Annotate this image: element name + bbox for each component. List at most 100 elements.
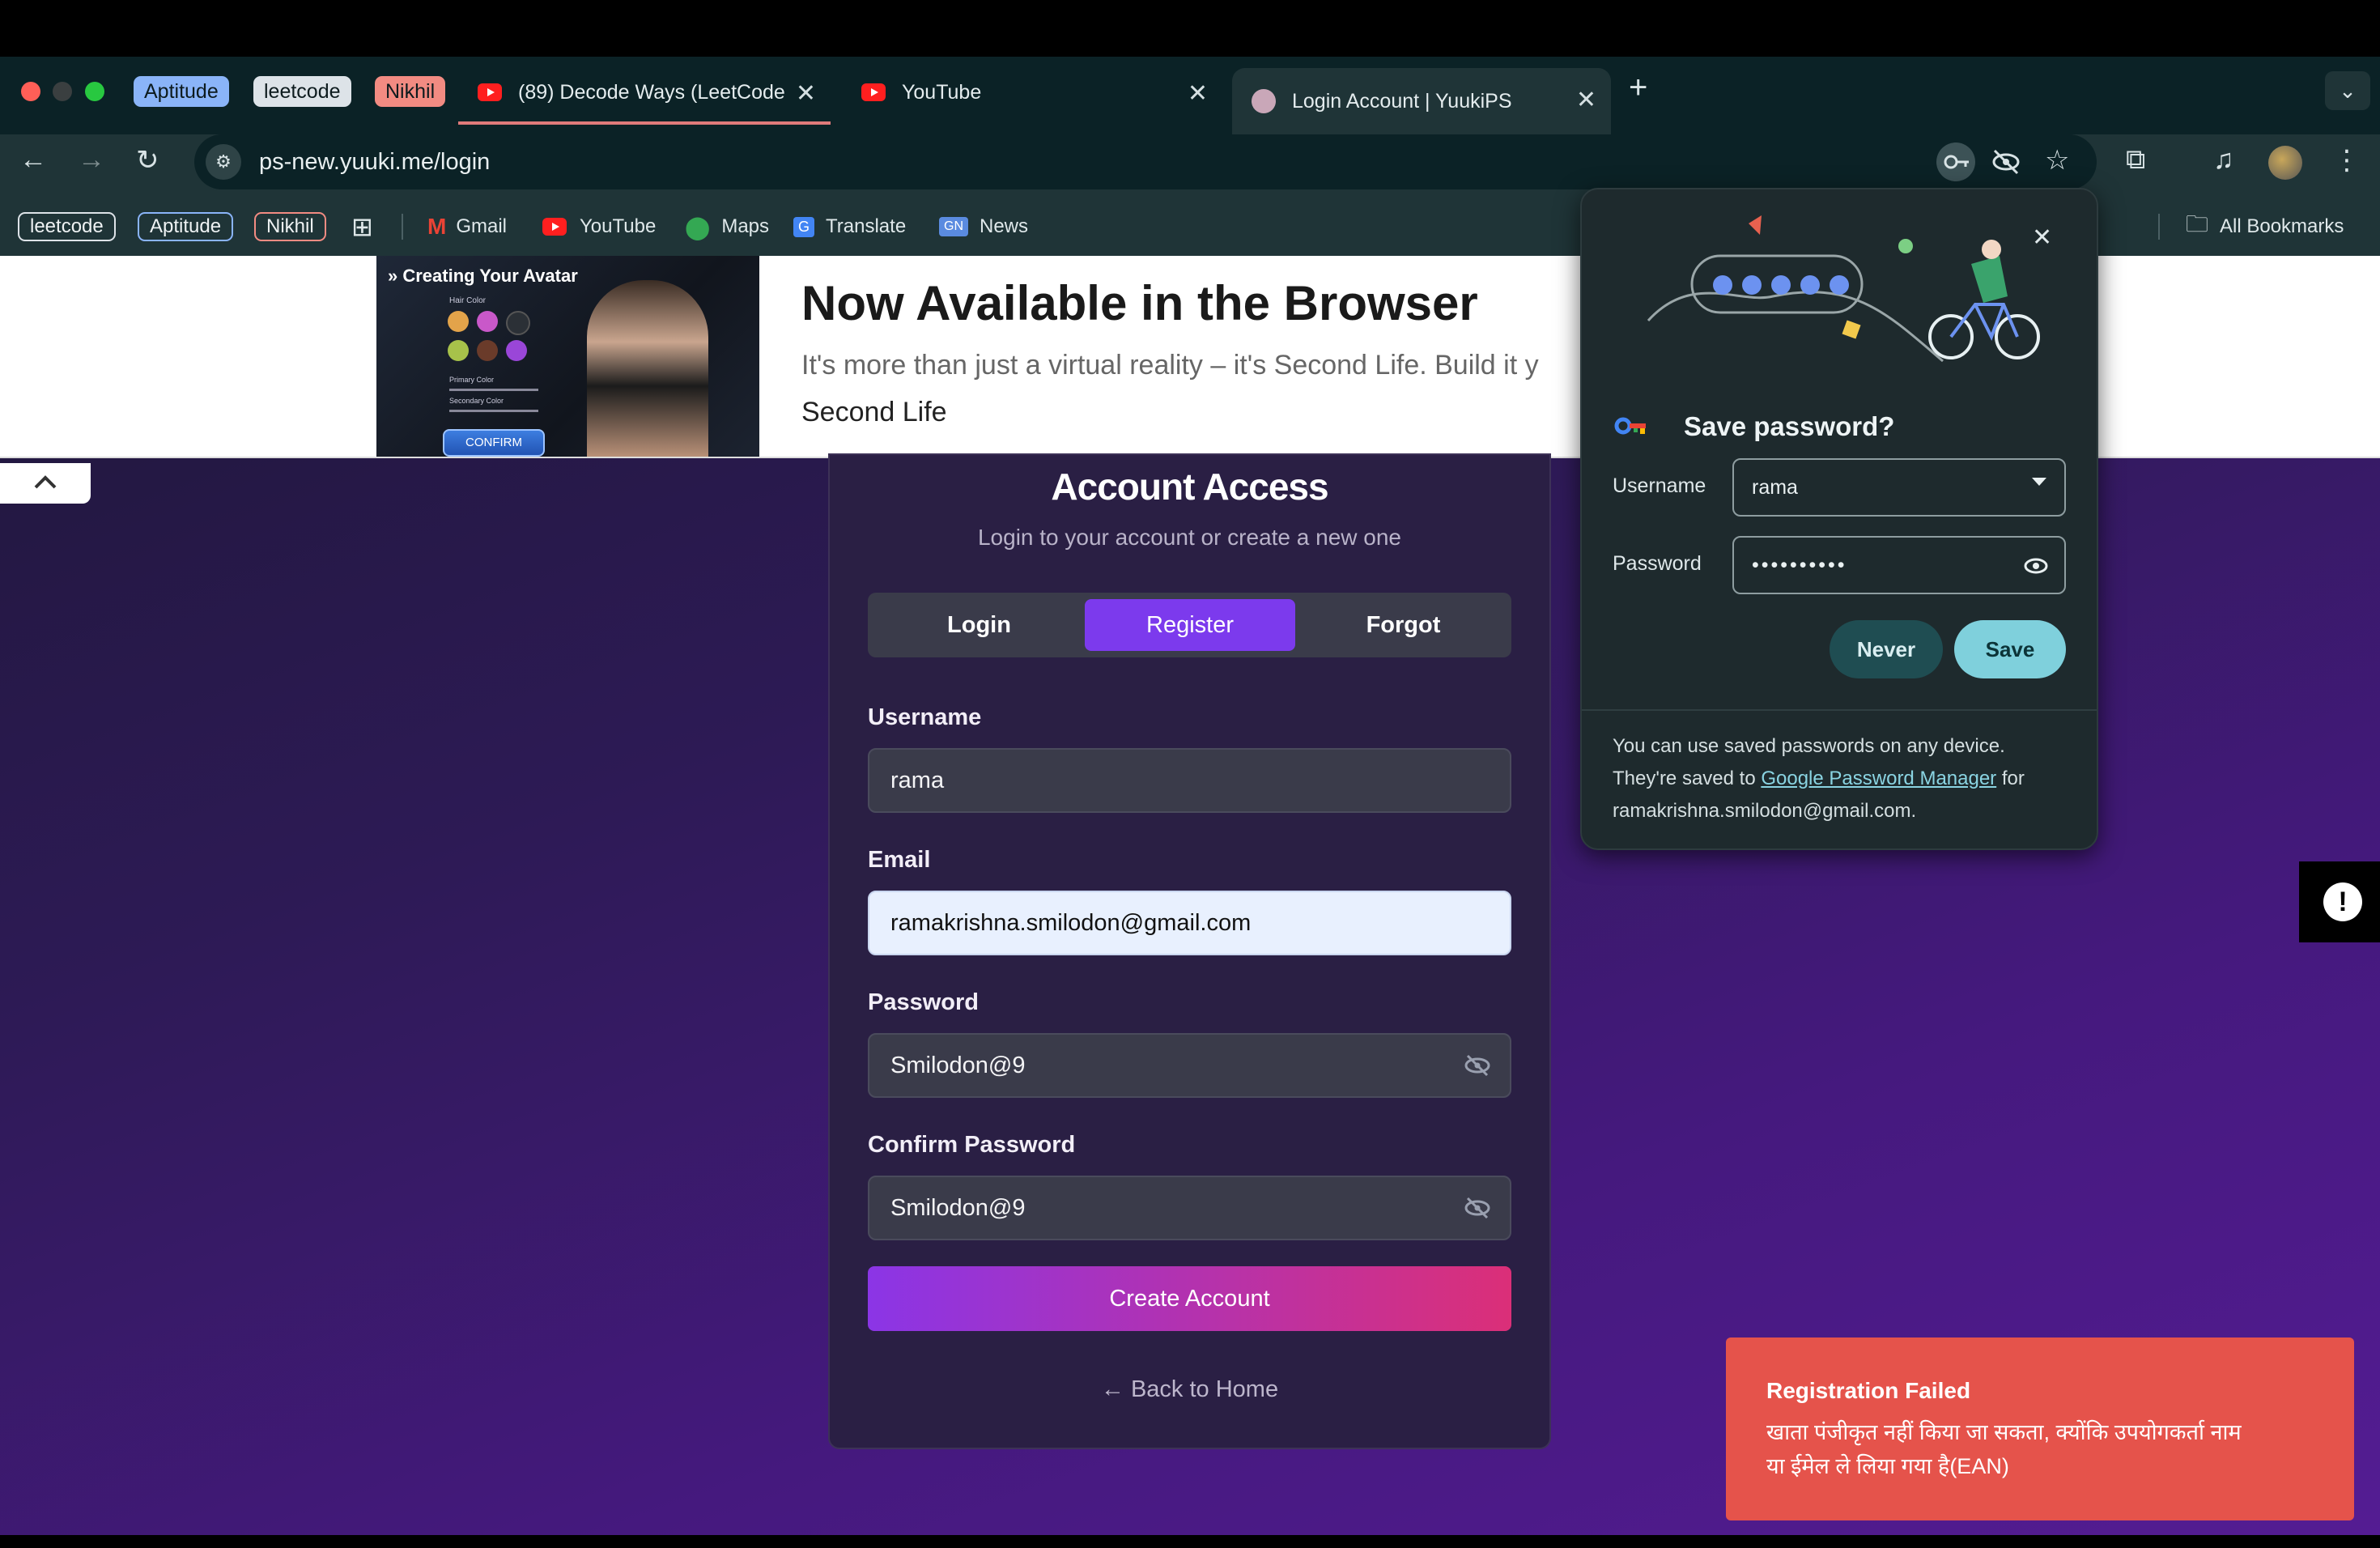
ad-image-label: Primary Color	[449, 376, 495, 384]
ad-confirm-button: CONFIRM	[443, 429, 545, 457]
tab-login[interactable]: Login	[868, 599, 1090, 651]
apps-grid-icon[interactable]: ⊞	[351, 211, 373, 243]
dialog-divider	[1582, 709, 2097, 711]
tab-group-aptitude[interactable]: Aptitude	[134, 76, 229, 107]
tab-decode-ways[interactable]: (89) Decode Ways (LeetCode ✕	[458, 68, 831, 117]
bookmark-group-leetcode[interactable]: leetcode	[18, 211, 116, 243]
password-field[interactable]: Smilodon@9	[868, 1033, 1511, 1098]
tab-login-account[interactable]: Login Account | YuukiPS ✕	[1232, 68, 1611, 134]
address-bar[interactable]: ⚙ ps-new.yuuki.me/login	[194, 134, 2097, 189]
back-to-home-link[interactable]: ← Back to Home	[828, 1376, 1551, 1403]
forward-button[interactable]: →	[78, 144, 105, 176]
dialog-username-label: Username	[1613, 474, 1706, 497]
maps-pin-icon: ⬤	[685, 214, 711, 240]
ad-image[interactable]: » Creating Your Avatar Hair Color Primar…	[376, 256, 759, 457]
password-illustration	[1647, 215, 2040, 363]
youtube-icon	[861, 83, 886, 101]
dialog-footer-text: They're saved to	[1613, 768, 1756, 789]
eye-off-icon[interactable]	[1463, 1193, 1492, 1223]
create-account-button[interactable]: Create Account	[868, 1266, 1511, 1331]
bookmark-group-aptitude[interactable]: Aptitude	[138, 211, 234, 243]
save-button[interactable]: Save	[1954, 620, 2066, 678]
tab-search-button[interactable]: ⌄	[2325, 71, 2370, 110]
extensions-icon[interactable]: ⧉	[2126, 144, 2145, 176]
menu-kebab-icon[interactable]: ⋮	[2333, 144, 2361, 176]
tab-register[interactable]: Register	[1085, 599, 1295, 651]
tab-group-underline	[458, 121, 831, 125]
close-icon[interactable]: ✕	[796, 79, 816, 108]
eye-off-icon[interactable]	[1991, 149, 2021, 175]
feedback-widget[interactable]: !	[2299, 861, 2380, 942]
username-value: rama	[890, 767, 945, 793]
tab-forgot[interactable]: Forgot	[1295, 599, 1511, 651]
google-key-icon	[1614, 417, 1646, 435]
confirm-password-value: Smilodon@9	[890, 1194, 1026, 1221]
dialog-password-field[interactable]: ••••••••••	[1732, 536, 2066, 594]
close-icon[interactable]: ✕	[2032, 223, 2052, 252]
tab-group-leetcode[interactable]: leetcode	[253, 76, 351, 107]
new-tab-button[interactable]: +	[1629, 70, 1647, 106]
back-button[interactable]: ←	[19, 144, 47, 176]
color-swatch	[506, 311, 530, 335]
dropdown-arrow-icon	[2032, 478, 2046, 486]
media-control-icon[interactable]: ♫	[2213, 144, 2234, 176]
close-icon[interactable]: ✕	[1188, 79, 1208, 108]
bookmark-label: All Bookmarks	[2220, 215, 2344, 237]
reload-icon: ↻	[136, 145, 159, 176]
dialog-footer-text: for	[2001, 768, 2025, 789]
ad-image-title-text: Creating Your Avatar	[402, 266, 578, 286]
google-password-manager-link[interactable]: Google Password Manager	[1761, 768, 1996, 789]
color-swatch	[477, 311, 498, 332]
arrow-right-icon: →	[78, 144, 105, 175]
profile-avatar[interactable]	[2268, 146, 2302, 180]
tab-youtube[interactable]: YouTube ✕	[842, 68, 1222, 117]
toast-message: खाता पंजीकृत नहीं किया जा सकता, क्योंकि …	[1766, 1415, 2333, 1483]
error-toast[interactable]: Registration Failed खाता पंजीकृत नहीं कि…	[1726, 1337, 2354, 1520]
site-info-icon[interactable]: ⚙	[206, 144, 241, 180]
dialog-footer: You can use saved passwords on any devic…	[1613, 730, 2066, 827]
all-bookmarks-button[interactable]: 🗀 All Bookmarks	[2186, 211, 2344, 243]
bookmark-translate[interactable]: G Translate	[793, 211, 906, 243]
eye-icon[interactable]	[2022, 554, 2050, 578]
dialog-password-label: Password	[1613, 552, 1702, 575]
bookmark-star-icon[interactable]: ☆	[2045, 144, 2069, 176]
zoom-window-button[interactable]	[85, 82, 104, 101]
bookmark-gmail[interactable]: M Gmail	[427, 211, 507, 243]
password-value: Smilodon@9	[890, 1052, 1026, 1078]
reload-button[interactable]: ↻	[136, 144, 159, 176]
alert-icon: !	[2323, 882, 2362, 921]
collapse-ad-button[interactable]	[0, 463, 91, 504]
eye-off-icon[interactable]	[1463, 1051, 1492, 1080]
tab-group-nikhil[interactable]: Nikhil	[375, 76, 446, 107]
folder-icon: 🗀	[2186, 211, 2209, 236]
email-value: ramakrishna.smilodon@gmail.com	[890, 909, 1252, 936]
ad-text: It's more than just a virtual reality – …	[801, 350, 1539, 381]
bookmark-label: YouTube	[580, 215, 657, 237]
close-window-button[interactable]	[21, 82, 40, 101]
color-swatch	[477, 340, 498, 361]
bookmark-group-nikhil[interactable]: Nikhil	[254, 211, 326, 243]
bookmark-divider	[402, 214, 403, 240]
confirm-password-field[interactable]: Smilodon@9	[868, 1176, 1511, 1240]
ad-image-title: » Creating Your Avatar	[388, 266, 578, 286]
url-text: ps-new.yuuki.me/login	[259, 148, 491, 175]
username-field[interactable]: rama	[868, 748, 1511, 813]
dialog-password-value: ••••••••••	[1752, 553, 1847, 576]
email-field[interactable]: ramakrishna.smilodon@gmail.com	[868, 891, 1511, 955]
tab-title: Login Account | YuukiPS	[1292, 89, 1512, 113]
bookmark-label: Maps	[721, 215, 770, 237]
tab-title: YouTube	[902, 80, 982, 104]
bookmark-news[interactable]: GN News	[939, 211, 1028, 243]
dialog-username-select[interactable]: rama	[1732, 458, 2066, 517]
bookmark-label: Gmail	[456, 215, 507, 237]
tab-group-label: Aptitude	[144, 79, 219, 103]
close-icon[interactable]: ✕	[1576, 86, 1596, 114]
never-button[interactable]: Never	[1830, 620, 1943, 678]
bookmark-youtube[interactable]: YouTube	[542, 211, 656, 243]
toast-title: Registration Failed	[1766, 1378, 1971, 1403]
bookmark-maps[interactable]: ⬤ Maps	[685, 211, 769, 243]
gmail-icon: M	[427, 214, 447, 239]
toast-message-line: या ईमेल ले लिया गया है(EAN)	[1766, 1454, 2009, 1478]
minimize-window-button[interactable]	[53, 82, 72, 101]
toast-message-line: खाता पंजीकृत नहीं किया जा सकता, क्योंकि …	[1766, 1420, 2242, 1444]
